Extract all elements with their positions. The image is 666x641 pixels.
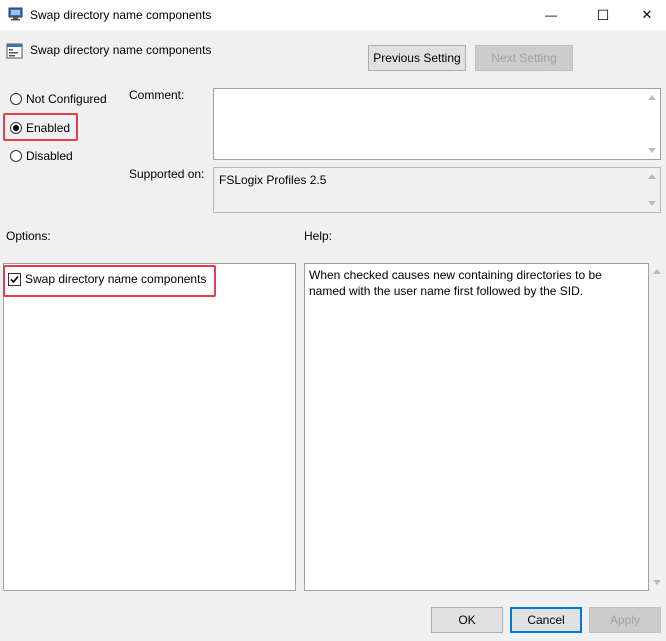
scroll-down-icon	[648, 148, 656, 153]
radio-not-configured-circle	[10, 93, 22, 105]
title-bar: Swap directory name components — ☐ ✕	[0, 0, 666, 30]
setting-icon	[6, 43, 23, 59]
comment-scrollbar[interactable]	[645, 89, 660, 159]
comment-input[interactable]	[213, 88, 661, 160]
minimize-button[interactable]: —	[528, 0, 574, 30]
scroll-up-icon	[648, 174, 656, 179]
options-label: Options:	[6, 229, 51, 243]
options-pane: Swap directory name components	[3, 263, 296, 591]
checkbox-highlight-box	[3, 265, 216, 297]
comment-label: Comment:	[129, 88, 185, 102]
ok-button[interactable]: OK	[431, 607, 503, 633]
supported-on-label: Supported on:	[129, 167, 205, 181]
supported-on-scrollbar[interactable]	[645, 168, 660, 212]
next-setting-button[interactable]: Next Setting	[475, 45, 573, 71]
supported-on-field: FSLogix Profiles 2.5	[213, 167, 661, 213]
help-label: Help:	[304, 229, 333, 243]
setting-title: Swap directory name components	[30, 43, 212, 57]
policy-app-icon	[8, 7, 23, 21]
radio-disabled-circle	[10, 150, 22, 162]
apply-button[interactable]: Apply	[589, 607, 661, 633]
minimize-icon: —	[545, 8, 557, 22]
scroll-up-icon	[653, 269, 661, 274]
radio-not-configured-label: Not Configured	[26, 92, 107, 106]
window-title: Swap directory name components	[30, 8, 212, 22]
maximize-button[interactable]: ☐	[580, 0, 626, 30]
scroll-down-icon	[653, 580, 661, 585]
help-text: When checked causes new containing direc…	[309, 268, 602, 298]
close-icon: ✕	[641, 7, 653, 22]
help-scrollbar[interactable]	[650, 263, 665, 591]
supported-on-value: FSLogix Profiles 2.5	[219, 173, 327, 187]
help-pane: When checked causes new containing direc…	[304, 263, 649, 591]
radio-disabled-label: Disabled	[26, 149, 73, 163]
enabled-highlight-box	[3, 113, 78, 141]
previous-setting-button[interactable]: Previous Setting	[368, 45, 466, 71]
radio-disabled[interactable]: Disabled	[10, 149, 73, 163]
scroll-up-icon	[648, 95, 656, 100]
maximize-icon: ☐	[596, 6, 610, 23]
scroll-down-icon	[648, 201, 656, 206]
radio-not-configured[interactable]: Not Configured	[10, 92, 107, 106]
cancel-button[interactable]: Cancel	[510, 607, 582, 633]
close-button[interactable]: ✕	[624, 0, 666, 30]
